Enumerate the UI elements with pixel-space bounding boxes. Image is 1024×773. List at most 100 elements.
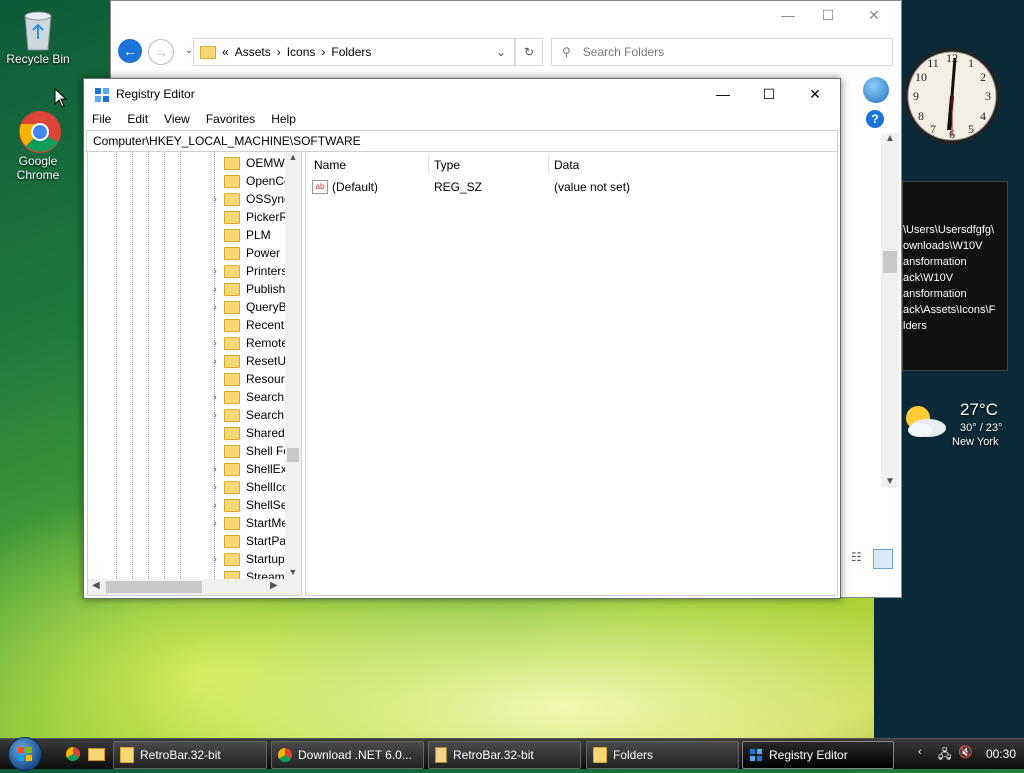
explorer-scrollbar[interactable]: ▲ ▼ [881, 133, 899, 487]
tree-item[interactable]: Resourc [208, 370, 291, 388]
breadcrumb-folders[interactable]: Folders [331, 45, 371, 59]
column-header-data[interactable]: Data [554, 158, 579, 172]
tree-item[interactable]: › SearchF [208, 406, 291, 424]
taskbar-clock[interactable]: 00:30 [986, 747, 1016, 761]
analog-clock-icon: 12369 1245 781011 [904, 48, 1000, 144]
details-view-icon[interactable]: ☷ [851, 550, 869, 566]
help-icon[interactable]: ? [866, 110, 884, 128]
tree-item[interactable]: SharedU [208, 424, 293, 442]
preview-view-icon[interactable] [873, 549, 893, 569]
expand-chevron-icon[interactable]: › [208, 518, 222, 529]
scroll-thumb[interactable] [287, 448, 299, 462]
address-dropdown-icon[interactable]: ⌄ [496, 45, 506, 59]
column-header-type[interactable]: Type [434, 158, 460, 172]
tree-item[interactable]: StartPag [208, 532, 293, 550]
tree-item[interactable]: OpenCo [208, 172, 291, 190]
column-header-name[interactable]: Name [314, 158, 346, 172]
tree-item[interactable]: RecentD [208, 316, 293, 334]
taskbar-button-registry-editor[interactable]: Registry Editor [742, 741, 894, 769]
tree-item[interactable]: › Search [208, 388, 284, 406]
expand-chevron-icon[interactable]: › [208, 284, 222, 295]
tree-item[interactable]: OEMWC [208, 154, 293, 172]
back-icon[interactable]: ← [118, 39, 142, 63]
scroll-down-icon[interactable]: ▼ [881, 476, 899, 487]
clock-gadget[interactable]: 12369 1245 781011 [902, 40, 1002, 152]
quicklaunch-chrome-icon[interactable] [66, 747, 80, 761]
tree-vertical-scrollbar[interactable]: ▲ ▼ [285, 152, 301, 579]
scroll-left-icon[interactable]: ◀ [92, 580, 100, 591]
expand-chevron-icon[interactable]: › [208, 356, 222, 367]
scroll-right-icon[interactable]: ▶ [270, 580, 278, 591]
tree-item[interactable]: PickerRe [208, 208, 295, 226]
minimize-icon[interactable]: — [773, 7, 803, 27]
tree-item[interactable]: › ShellIcon [208, 478, 295, 496]
taskbar-button-retrobar-archive[interactable]: RetroBar.32-bit [428, 741, 581, 769]
minimize-icon[interactable]: — [700, 79, 746, 109]
tree-item[interactable]: › Remote [208, 334, 288, 352]
quicklaunch-folder-icon[interactable] [88, 748, 105, 761]
breadcrumb-icons[interactable]: Icons [287, 45, 316, 59]
expand-chevron-icon[interactable]: › [208, 266, 222, 277]
expand-chevron-icon[interactable]: › [208, 554, 222, 565]
network-icon[interactable]: 🖧 [938, 745, 951, 766]
scroll-thumb[interactable] [883, 251, 897, 273]
notes-gadget[interactable]: \Users\Usersdfgfg\ ownloads\W10V ansform… [902, 181, 1008, 371]
tree-item[interactable]: Power [208, 244, 280, 262]
expand-chevron-icon[interactable]: › [208, 302, 222, 313]
desktop-icon-label: Google Chrome [16, 154, 60, 182]
menu-help[interactable]: Help [263, 109, 304, 129]
maximize-icon[interactable]: ☐ [746, 79, 792, 109]
volume-muted-icon[interactable]: 🔇 [958, 745, 973, 759]
column-separator[interactable] [548, 154, 549, 174]
tree-horizontal-scrollbar[interactable]: ◀ ▶ [88, 579, 301, 595]
desktop-icon-recycle-bin[interactable]: Recycle Bin [0, 8, 76, 66]
maximize-icon[interactable]: ☐ [813, 7, 843, 27]
tree-item[interactable]: › StartMer [208, 514, 292, 532]
menu-favorites[interactable]: Favorites [198, 109, 263, 129]
start-button[interactable] [8, 737, 42, 771]
weather-gadget[interactable]: 27°C 30° / 23° New York [900, 396, 1008, 454]
registry-titlebar[interactable]: Registry Editor — ☐ ✕ [84, 79, 840, 109]
registry-path-bar[interactable]: Computer\HKEY_LOCAL_MACHINE\SOFTWARE [86, 130, 838, 152]
column-separator[interactable] [428, 154, 429, 174]
tree-item[interactable]: › ShellSer [208, 496, 291, 514]
registry-values-list[interactable]: Name Type Data ab (Default) REG_SZ (valu… [305, 151, 838, 596]
show-hidden-icons-chevron-icon[interactable]: ‹ [918, 746, 922, 758]
expand-chevron-icon[interactable]: › [208, 410, 222, 421]
scroll-thumb[interactable] [106, 581, 202, 593]
tree-item[interactable]: › PrintersA [208, 262, 295, 280]
tree-item[interactable]: Shell Fol [208, 442, 293, 460]
tree-item[interactable]: › QueryBu [208, 298, 293, 316]
expand-chevron-icon[interactable]: › [208, 338, 222, 349]
tree-guide-line [116, 152, 117, 579]
taskbar-button-retrobar[interactable]: RetroBar.32-bit [113, 741, 267, 769]
close-icon[interactable]: ✕ [859, 7, 889, 27]
expand-chevron-icon[interactable]: › [208, 194, 222, 205]
desktop-icon-google-chrome[interactable]: Google Chrome [0, 110, 76, 182]
expand-chevron-icon[interactable]: › [208, 482, 222, 493]
tree-item[interactable]: › ShellExe [208, 460, 293, 478]
taskbar-button-chrome-download[interactable]: Download .NET 6.0... [271, 741, 424, 769]
registry-key-tree[interactable]: OEMWC OpenCo › OSSyncS PickerRe PLM Power › Prin… [87, 151, 302, 596]
expand-chevron-icon[interactable]: › [208, 500, 222, 511]
address-bar[interactable]: « Assets › Icons › Folders ⌄ [193, 38, 515, 66]
scroll-up-icon[interactable]: ▲ [881, 133, 899, 144]
tree-item[interactable]: › Publishi [208, 280, 288, 298]
expand-chevron-icon[interactable]: › [208, 464, 222, 475]
close-icon[interactable]: ✕ [792, 79, 838, 109]
tree-item[interactable]: › ResetUs [208, 352, 292, 370]
tree-item[interactable]: › StartupA [208, 550, 292, 568]
expand-chevron-icon[interactable]: › [208, 392, 222, 403]
globe-icon[interactable] [863, 77, 889, 103]
menu-view[interactable]: View [156, 109, 198, 129]
scroll-down-icon[interactable]: ▼ [285, 567, 301, 577]
scroll-up-icon[interactable]: ▲ [285, 152, 301, 162]
menu-file[interactable]: File [84, 109, 119, 129]
taskbar-button-folders[interactable]: Folders [586, 741, 739, 769]
menu-edit[interactable]: Edit [119, 109, 156, 129]
search-box[interactable]: ⚲ Search Folders [551, 38, 893, 66]
tree-item[interactable]: PLM [208, 226, 271, 244]
breadcrumb-assets[interactable]: Assets [235, 45, 271, 59]
forward-icon[interactable]: → [148, 39, 174, 65]
refresh-icon[interactable]: ↻ [515, 38, 543, 66]
